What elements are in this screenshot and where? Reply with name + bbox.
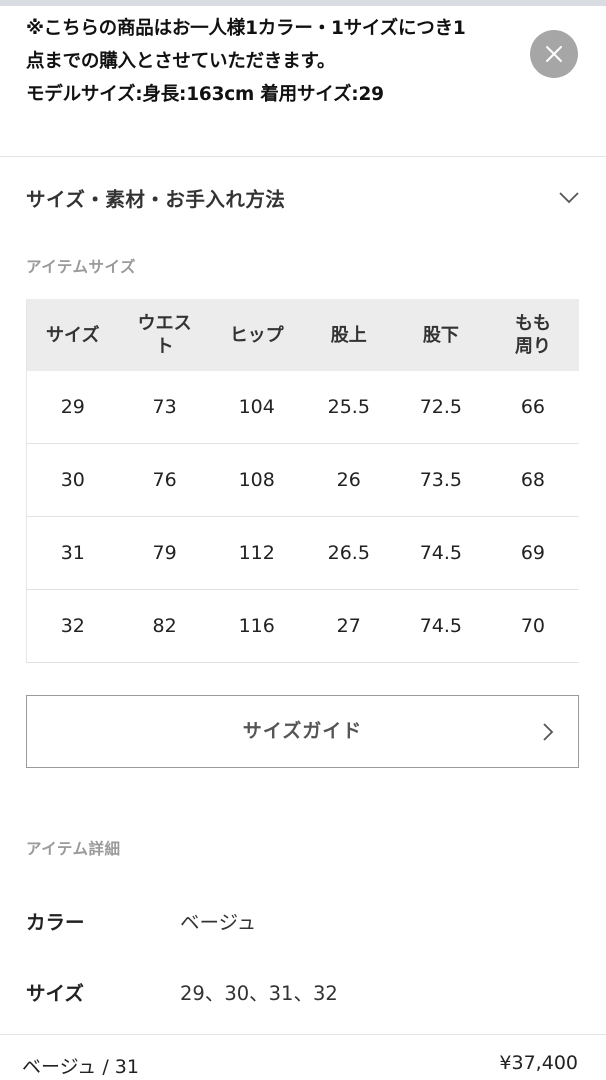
notice-line-2: 点までの購入とさせていただきます。 — [26, 51, 336, 72]
purchase-notice: ※こちらの商品はお一人様1カラー・1サイズにつき1 点までの購入とさせていただき… — [26, 12, 536, 111]
table-row: 30 76 108 26 73.5 68 — [25, 443, 579, 517]
size-material-care-accordion[interactable]: サイズ・素材・お手入れ方法 — [0, 158, 606, 242]
size-value: 29、30、31、32 — [180, 982, 338, 1005]
notice-line-1: ※こちらの商品はお一人様1カラー・1サイズにつき1 — [26, 18, 466, 39]
divider — [0, 156, 606, 157]
table-cell: 73.5 — [394, 443, 487, 517]
header-thigh: もも 周り — [486, 299, 579, 371]
chevron-down-icon — [559, 192, 579, 204]
table-cell: 29 — [25, 371, 119, 444]
header-waist: ウエスト — [118, 299, 211, 371]
top-strip — [0, 0, 606, 6]
table-cell: 66 — [486, 371, 579, 444]
size-key: サイズ — [26, 982, 84, 1005]
table-cell: 73 — [118, 371, 211, 444]
table-cell: 26 — [302, 443, 395, 517]
table-cell: 76 — [118, 443, 211, 517]
table-cell: 104 — [210, 371, 303, 444]
table-cell: 72.5 — [394, 371, 487, 444]
divider — [0, 1034, 606, 1035]
table-cell: 27 — [302, 589, 395, 663]
header-rise: 股上 — [302, 299, 395, 371]
table-cell: 82 — [118, 589, 211, 663]
close-button[interactable] — [530, 30, 578, 78]
table-cell: 74.5 — [394, 589, 487, 663]
table-cell: 74.5 — [394, 516, 487, 590]
color-value: ベージュ — [180, 911, 257, 934]
table-cell: 116 — [210, 589, 303, 663]
table-cell: 26.5 — [302, 516, 395, 590]
table-cell: 30 — [25, 443, 119, 517]
close-icon — [546, 46, 562, 62]
table-cell: 68 — [486, 443, 579, 517]
item-size-label: アイテムサイズ — [26, 258, 136, 276]
table-cell: 25.5 — [302, 371, 395, 444]
table-cell: 32 — [25, 589, 119, 663]
table-cell: 79 — [118, 516, 211, 590]
size-table-header: サイズ ウエスト ヒップ 股上 股下 もも 周り — [25, 299, 579, 371]
color-key: カラー — [26, 911, 85, 934]
notice-line-3: モデルサイズ:身長:163cm 着用サイズ:29 — [26, 84, 384, 105]
table-cell: 108 — [210, 443, 303, 517]
chevron-right-icon — [543, 723, 554, 741]
size-guide-button[interactable]: サイズガイド — [26, 695, 579, 768]
size-guide-label: サイズガイド — [242, 720, 363, 742]
accordion-title: サイズ・素材・お手入れ方法 — [26, 188, 286, 211]
selected-variant: ベージュ / 31 — [22, 1056, 139, 1078]
header-hip: ヒップ — [210, 299, 303, 371]
table-row: 31 79 112 26.5 74.5 69 — [25, 516, 579, 590]
table-row: 29 73 104 25.5 72.5 66 — [25, 371, 579, 444]
header-size: サイズ — [25, 299, 119, 371]
header-inseam: 股下 — [394, 299, 487, 371]
price: ¥37,400 — [499, 1052, 578, 1074]
table-row: 32 82 116 27 74.5 70 — [25, 589, 579, 663]
item-details-label: アイテム詳細 — [26, 840, 121, 858]
table-cell: 69 — [486, 516, 579, 590]
table-cell: 112 — [210, 516, 303, 590]
size-table: サイズ ウエスト ヒップ 股上 股下 もも 周り 29 73 104 25.5 7… — [25, 299, 579, 663]
table-cell: 70 — [486, 589, 579, 663]
table-cell: 31 — [25, 516, 119, 590]
